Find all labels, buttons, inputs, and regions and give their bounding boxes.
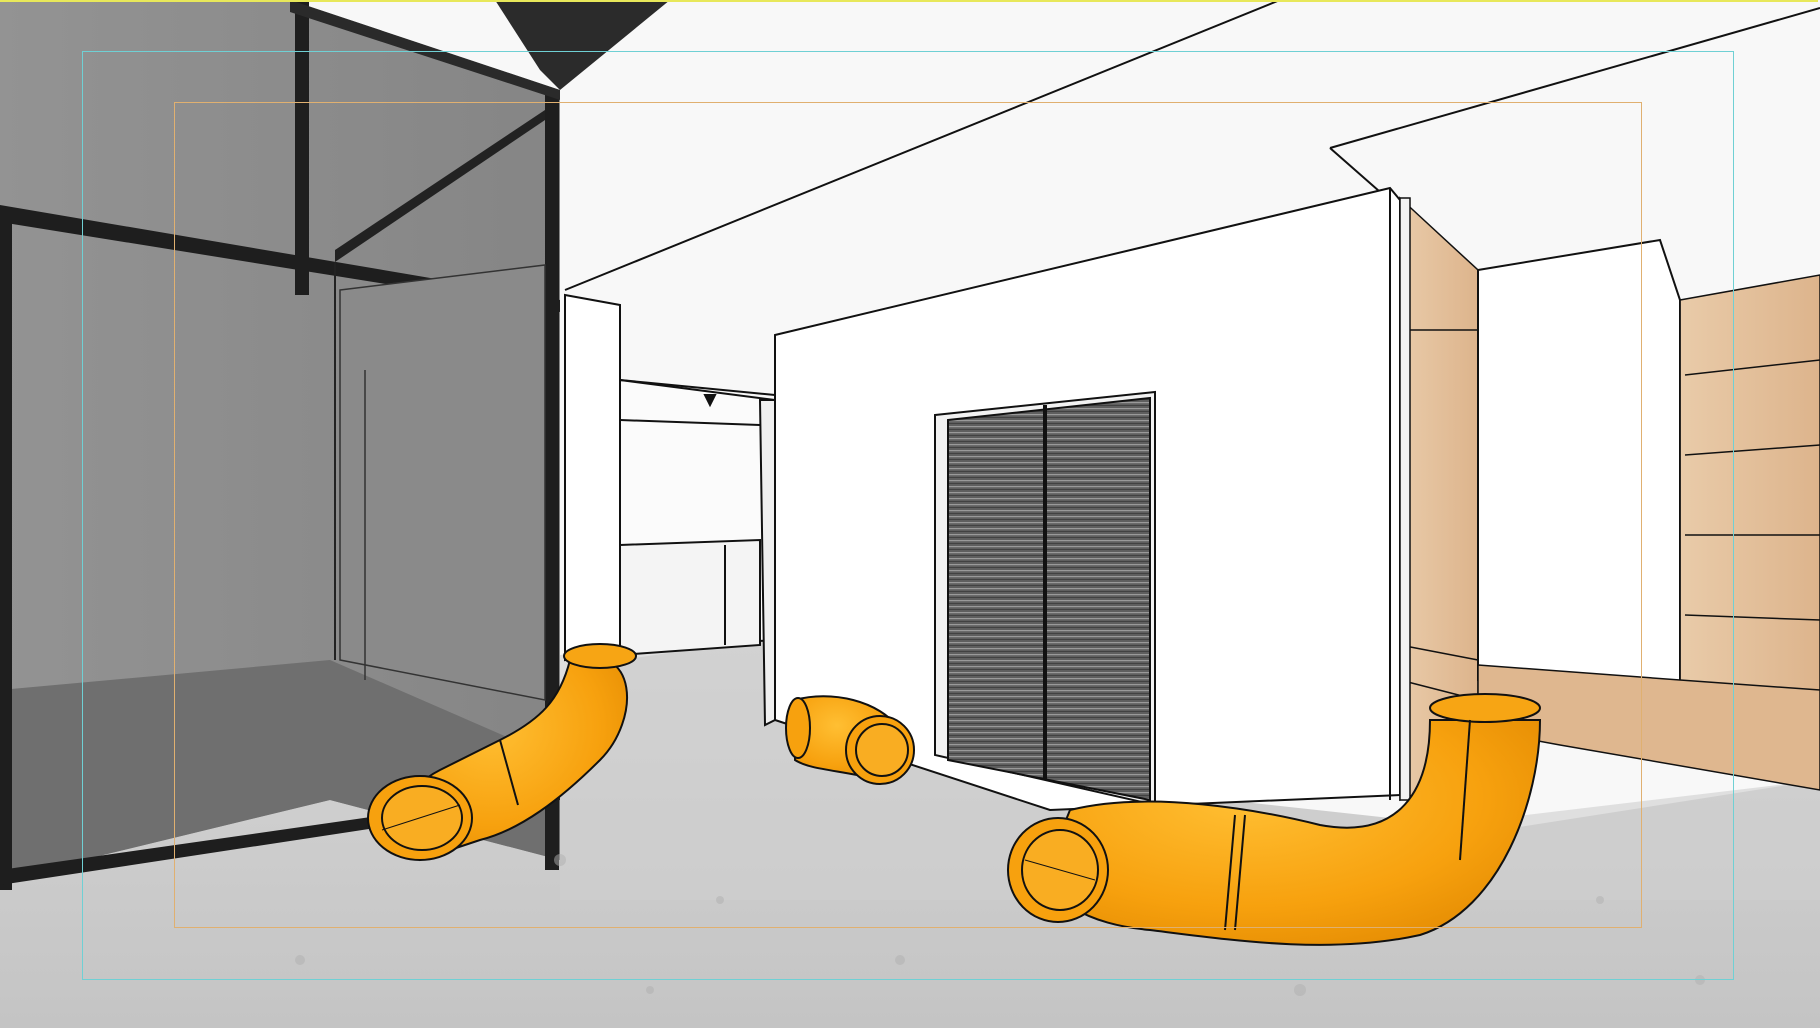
right-wall <box>1477 238 1681 702</box>
sliding-door <box>934 390 1156 807</box>
3d-viewport[interactable] <box>0 0 1820 1028</box>
scene-render[interactable] <box>0 0 1820 1028</box>
